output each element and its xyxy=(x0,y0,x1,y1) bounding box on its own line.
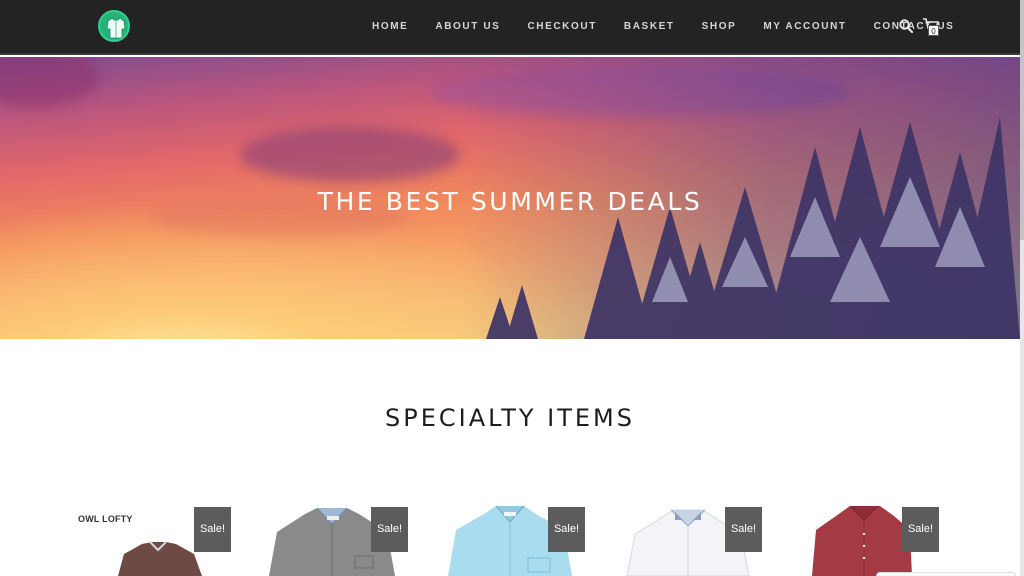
sale-badge: Sale! xyxy=(548,507,585,552)
product-card[interactable]: Sale! xyxy=(786,500,946,576)
section-title: SPECIALTY ITEMS xyxy=(385,404,635,432)
nav-checkout[interactable]: CHECKOUT xyxy=(527,21,596,32)
product-card[interactable]: Sale! xyxy=(609,500,769,576)
product-card[interactable]: Sale! xyxy=(255,500,415,576)
search-icon[interactable] xyxy=(899,19,913,33)
nav-about-us[interactable]: ABOUT US xyxy=(435,21,500,32)
sale-badge: Sale! xyxy=(725,507,762,552)
sale-badge: Sale! xyxy=(371,507,408,552)
nav-home[interactable]: HOME xyxy=(372,21,408,32)
hero-banner: THE BEST SUMMER DEALS xyxy=(0,57,1020,339)
logo-shirt-icon xyxy=(106,17,126,39)
sale-badge: Sale! xyxy=(902,507,939,552)
basket-count-badge[interactable]: 0 xyxy=(928,25,939,36)
product-card[interactable]: OWL LOFTY Sale! xyxy=(78,500,238,576)
site-header: HOME ABOUT US CHECKOUT BASKET SHOP MY AC… xyxy=(0,0,1020,55)
scrollbar[interactable] xyxy=(1020,0,1024,576)
hero-title: THE BEST SUMMER DEALS xyxy=(317,187,703,216)
product-brand: OWL LOFTY xyxy=(78,514,133,524)
site-logo[interactable] xyxy=(98,10,130,42)
main-nav: HOME ABOUT US CHECKOUT BASKET SHOP MY AC… xyxy=(372,21,981,32)
nav-contact-us[interactable]: CONTACT US xyxy=(874,21,955,32)
product-card[interactable]: Sale! xyxy=(432,500,592,576)
nav-shop[interactable]: SHOP xyxy=(702,21,737,32)
page: HOME ABOUT US CHECKOUT BASKET SHOP MY AC… xyxy=(0,0,1020,576)
nav-my-account[interactable]: MY ACCOUNT xyxy=(763,21,846,32)
sale-badge: Sale! xyxy=(194,507,231,552)
scrollbar-thumb[interactable] xyxy=(1020,0,1024,240)
notification-edge xyxy=(876,572,1016,576)
nav-basket[interactable]: BASKET xyxy=(624,21,675,32)
